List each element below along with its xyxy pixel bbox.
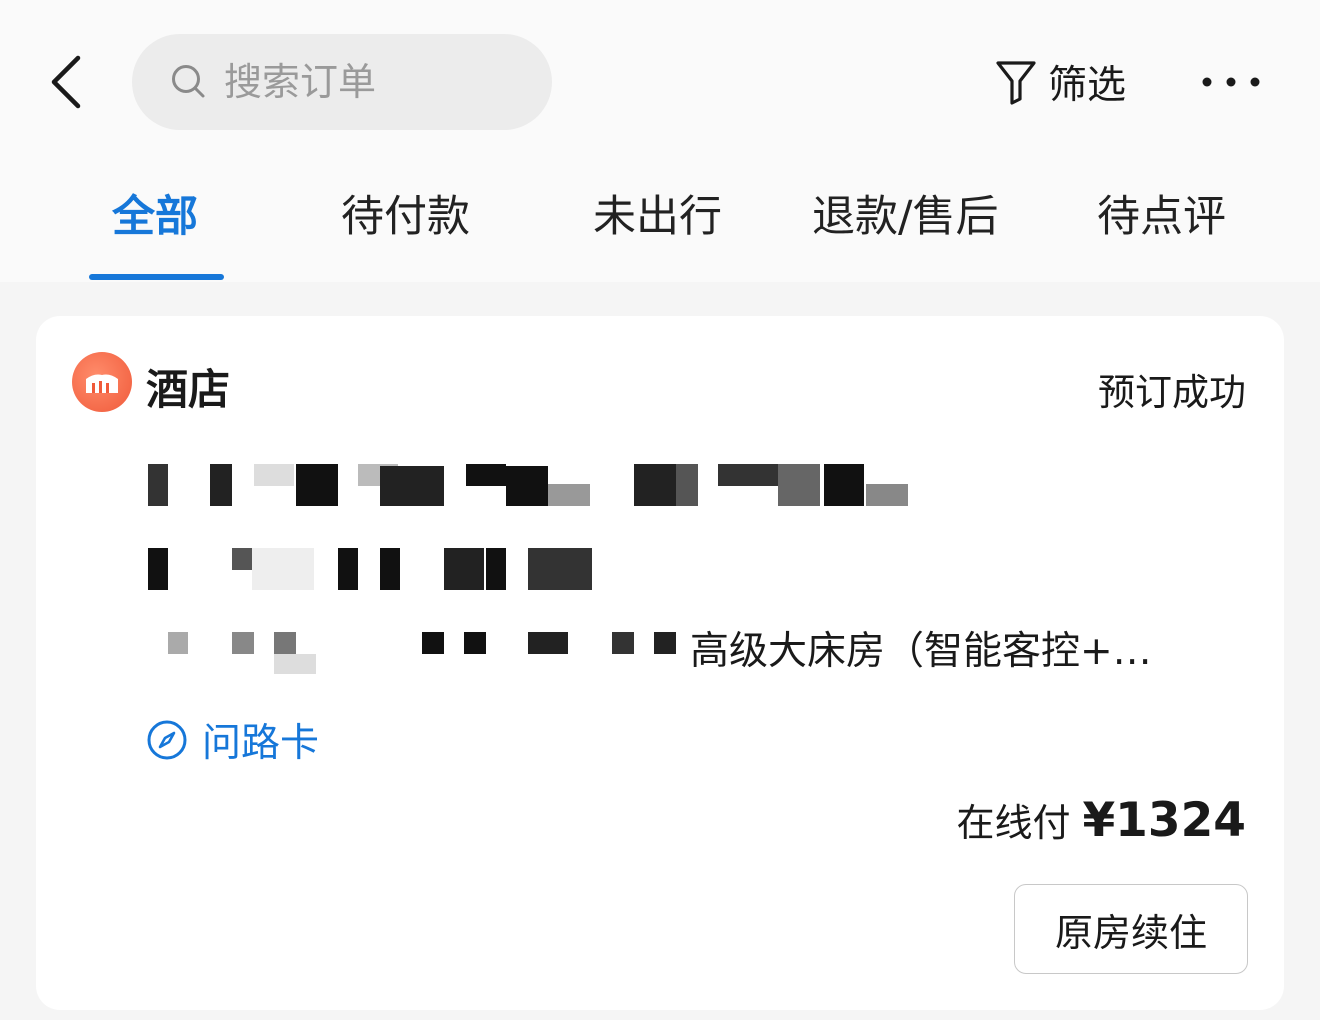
- chevron-left-icon: [51, 55, 81, 109]
- tab-upcoming[interactable]: 未出行: [593, 182, 722, 244]
- funnel-icon: [996, 61, 1036, 105]
- route-card-link[interactable]: 问路卡: [146, 712, 319, 768]
- order-tabs: 全部 待付款 未出行 退款/售后 待点评: [0, 170, 1320, 282]
- search-box[interactable]: [132, 34, 552, 130]
- compass-icon: [147, 720, 187, 760]
- more-options-button[interactable]: [1196, 56, 1266, 108]
- back-button[interactable]: [36, 50, 96, 114]
- tab-all[interactable]: 全部: [112, 182, 198, 244]
- tab-pending-payment[interactable]: 待付款: [341, 182, 470, 244]
- price-info: 在线付 ¥1324: [956, 792, 1246, 848]
- room-type: 高级大床房（智能客控+…: [690, 629, 1152, 674]
- filter-button[interactable]: 筛选: [994, 52, 1126, 112]
- route-card-label: 问路卡: [202, 721, 320, 766]
- search-icon: [172, 65, 205, 98]
- payment-method: 在线付: [956, 801, 1071, 845]
- rebook-same-room-button[interactable]: 原房续住: [1014, 884, 1248, 974]
- hotel-logo: [72, 352, 132, 412]
- search-input[interactable]: [224, 60, 524, 104]
- tab-pending-review[interactable]: 待点评: [1097, 182, 1226, 244]
- top-bar: 筛选 全部 待付款 未出行 退款/售后 待点评: [0, 0, 1320, 282]
- order-card[interactable]: 酒店 预订成功 高级大床房（智能客控+… 问路卡 在线付 ¥1324 原房续住: [36, 316, 1284, 1010]
- more-dots-icon: [1202, 77, 1260, 87]
- order-status: 预订成功: [1098, 371, 1246, 414]
- hotel-building-icon: [86, 374, 118, 393]
- price-amount: ¥1324: [1082, 793, 1246, 848]
- filter-label: 筛选: [1048, 63, 1127, 108]
- tab-refund-aftersale[interactable]: 退款/售后: [812, 182, 999, 244]
- active-tab-indicator: [89, 274, 224, 280]
- order-category: 酒店: [146, 365, 231, 414]
